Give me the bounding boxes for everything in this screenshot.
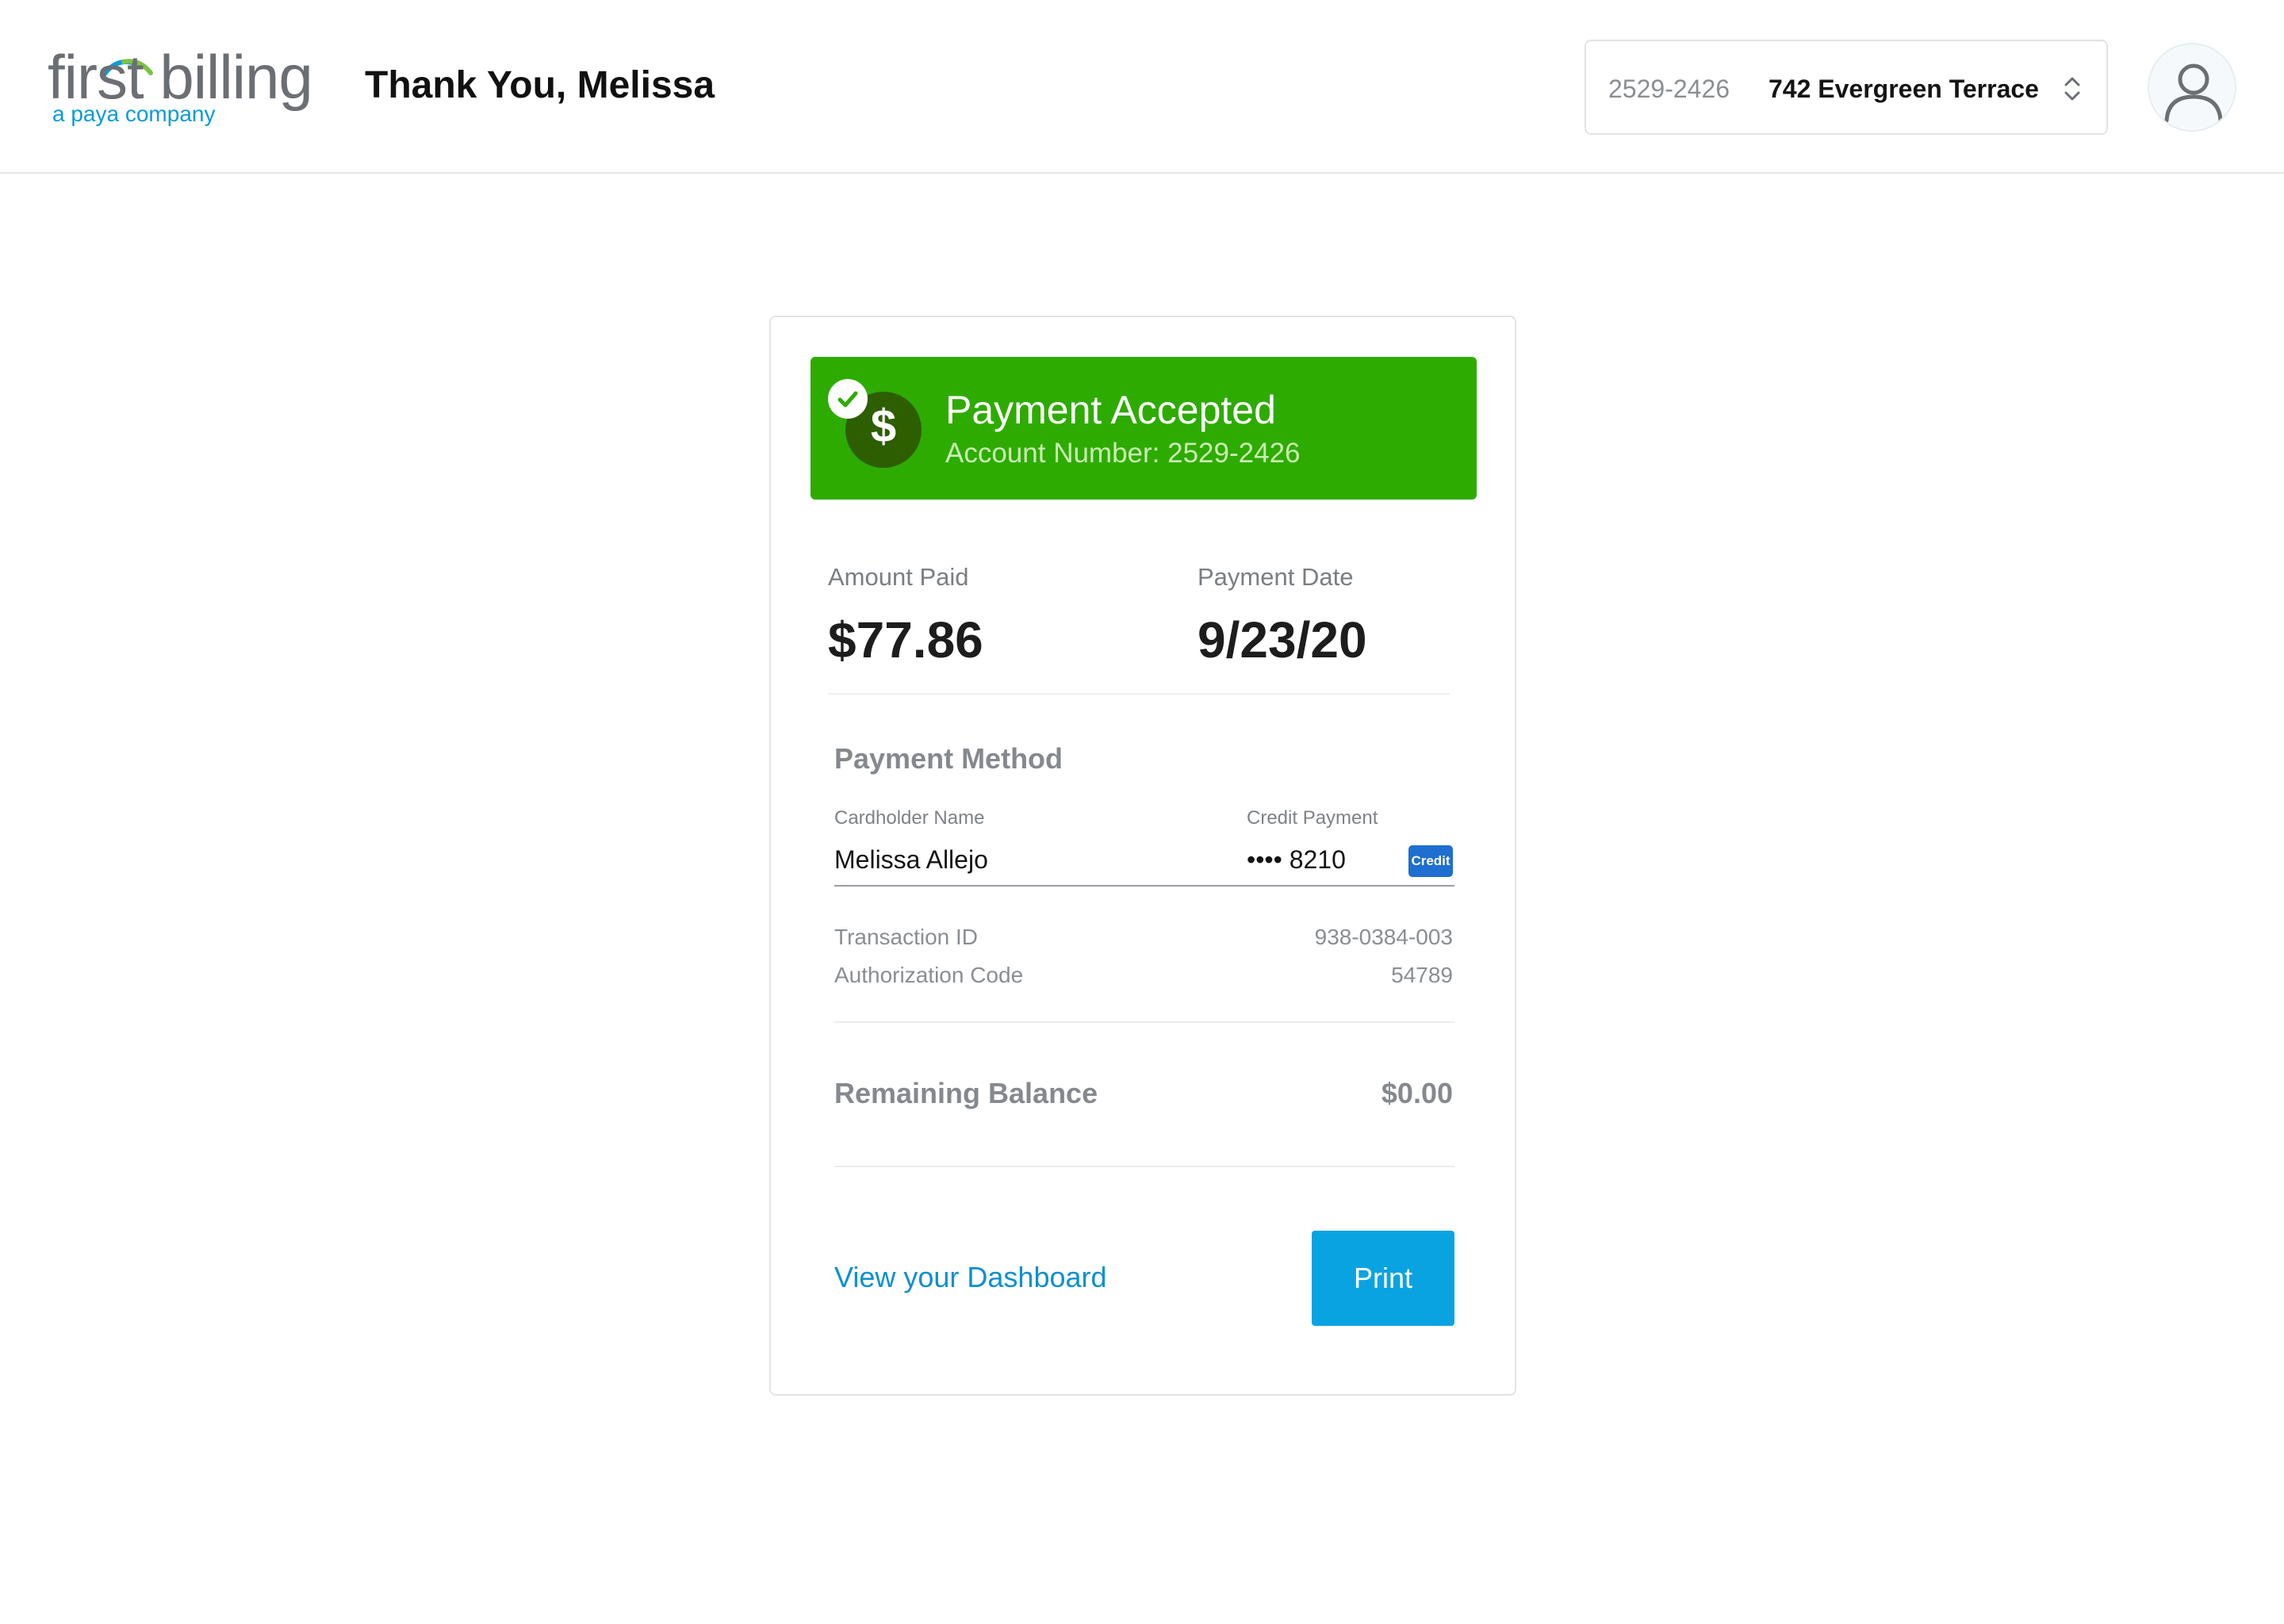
- authorization-code-label: Authorization Code: [834, 963, 1024, 987]
- payment-method-title: Payment Method: [834, 742, 1063, 775]
- check-icon: [828, 379, 868, 419]
- top-header: first billing a paya company Thank You, …: [0, 0, 2284, 174]
- account-number: 2529-2426: [1608, 75, 1730, 103]
- page-title: Thank You, Melissa: [365, 64, 715, 106]
- account-selector[interactable]: 2529-2426 742 Evergreen Terrace: [1585, 40, 2108, 135]
- logo-brand-text: first billing: [48, 42, 313, 112]
- view-dashboard-link[interactable]: View your Dashboard: [834, 1261, 1107, 1294]
- banner-account-number: Account Number: 2529-2426: [945, 438, 1301, 469]
- amount-paid-label: Amount Paid: [828, 563, 969, 591]
- account-address: 742 Evergreen Terrace: [1769, 75, 2039, 103]
- remaining-balance-label: Remaining Balance: [834, 1077, 1098, 1109]
- cardholder-name: Melissa Allejo: [834, 845, 988, 874]
- first-billing-logo[interactable]: first billing a paya company: [48, 46, 317, 133]
- remaining-balance-value: $0.00: [1381, 1077, 1453, 1109]
- divider: [834, 1021, 1454, 1023]
- divider: [828, 693, 1450, 695]
- payment-confirmation-card: $ Payment Accepted Account Number: 2529-…: [769, 316, 1516, 1396]
- authorization-code-value: 54789: [1391, 963, 1453, 987]
- transaction-id-label: Transaction ID: [834, 925, 979, 949]
- cardholder-label: Cardholder Name: [834, 807, 985, 829]
- print-button[interactable]: Print: [1312, 1231, 1454, 1326]
- logo-tagline: a paya company: [52, 102, 216, 126]
- payment-date-value: 9/23/20: [1198, 611, 1367, 668]
- card-last-four: •••• 8210: [1247, 845, 1346, 874]
- field-underline: [834, 885, 1454, 887]
- payment-accepted-banner: $ Payment Accepted Account Number: 2529-…: [811, 357, 1477, 500]
- user-avatar[interactable]: [2148, 43, 2236, 132]
- transaction-id-value: 938-0384-003: [1314, 925, 1453, 949]
- amount-paid-value: $77.86: [828, 611, 983, 668]
- banner-title: Payment Accepted: [945, 388, 1276, 432]
- divider: [834, 1166, 1454, 1167]
- user-icon: [2164, 63, 2223, 123]
- chevron-up-down-icon: [2064, 77, 2080, 101]
- credit-payment-label: Credit Payment: [1247, 807, 1378, 829]
- payment-date-label: Payment Date: [1198, 563, 1354, 591]
- credit-card-badge: Credit: [1408, 845, 1453, 877]
